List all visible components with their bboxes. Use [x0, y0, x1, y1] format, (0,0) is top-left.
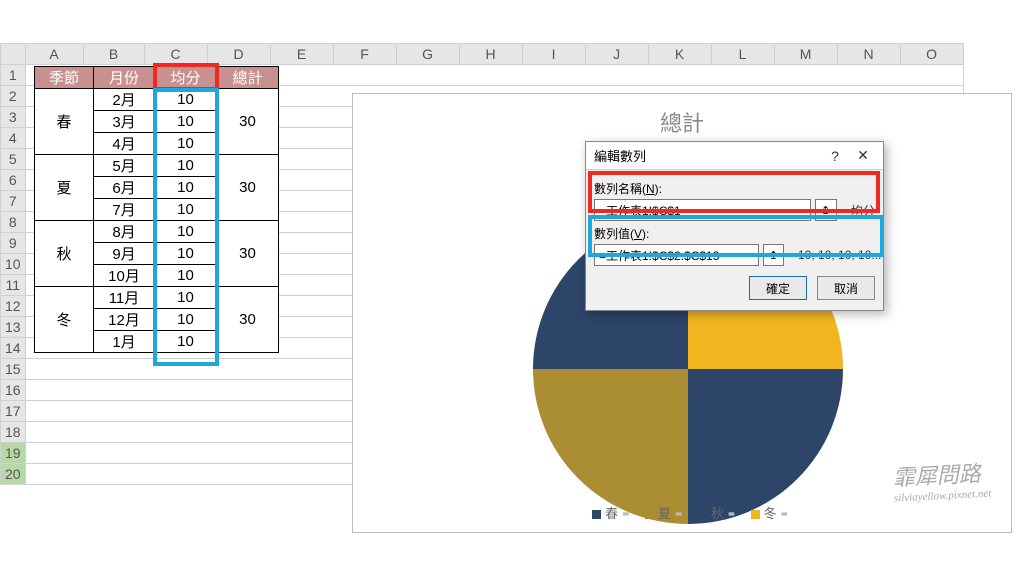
dialog-titlebar[interactable]: 編輯數列 ? ✕: [586, 142, 883, 170]
series-name-input[interactable]: [594, 199, 811, 221]
cell-total[interactable]: 30: [217, 287, 279, 353]
col-H[interactable]: H: [459, 44, 522, 65]
cell-month[interactable]: 9月: [94, 243, 155, 265]
col-N[interactable]: N: [837, 44, 900, 65]
series-name-preview: = 均分: [841, 202, 875, 219]
row-19[interactable]: 19: [1, 443, 26, 464]
help-icon[interactable]: ?: [821, 148, 849, 164]
cell-month[interactable]: 3月: [94, 111, 155, 133]
row-15[interactable]: 15: [1, 359, 26, 380]
collapse-dialog-icon[interactable]: ↥: [815, 199, 837, 221]
cell-avg[interactable]: 10: [155, 177, 217, 199]
cell-avg[interactable]: 10: [155, 331, 217, 353]
collapse-dialog-icon[interactable]: ↥: [763, 244, 784, 266]
cell-month[interactable]: 8月: [94, 221, 155, 243]
cell-month[interactable]: 11月: [94, 287, 155, 309]
cell-season[interactable]: 春: [35, 89, 94, 155]
row-4[interactable]: 4: [1, 128, 26, 149]
row-13[interactable]: 13: [1, 317, 26, 338]
cell-month[interactable]: 4月: [94, 133, 155, 155]
row-8[interactable]: 8: [1, 212, 26, 233]
legend-item: 冬: [764, 506, 777, 521]
row-7[interactable]: 7: [1, 191, 26, 212]
cell-total[interactable]: 30: [217, 155, 279, 221]
col-A[interactable]: A: [25, 44, 83, 65]
row-20[interactable]: 20: [1, 464, 26, 485]
row-11[interactable]: 11: [1, 275, 26, 296]
col-M[interactable]: M: [774, 44, 837, 65]
row-16[interactable]: 16: [1, 380, 26, 401]
data-table[interactable]: 季節 月份 均分 總計 春 2月 10 30 3月10 4月10 夏 5月 10…: [34, 66, 279, 353]
row-10[interactable]: 10: [1, 254, 26, 275]
cell-season[interactable]: 夏: [35, 155, 94, 221]
legend-item: 春: [605, 506, 618, 521]
cell-month[interactable]: 5月: [94, 155, 155, 177]
series-values-input[interactable]: [594, 244, 759, 266]
cancel-button[interactable]: 取消: [817, 276, 875, 300]
col-L[interactable]: L: [711, 44, 774, 65]
row-18[interactable]: 18: [1, 422, 26, 443]
cell-avg[interactable]: 10: [155, 309, 217, 331]
row-6[interactable]: 6: [1, 170, 26, 191]
row-9[interactable]: 9: [1, 233, 26, 254]
col-E[interactable]: E: [270, 44, 333, 65]
row-5[interactable]: 5: [1, 149, 26, 170]
hdr-month: 月份: [94, 67, 155, 89]
select-all-corner[interactable]: [1, 44, 26, 65]
cell-avg[interactable]: 10: [155, 243, 217, 265]
cell-avg[interactable]: 10: [155, 111, 217, 133]
col-G[interactable]: G: [396, 44, 459, 65]
hdr-season: 季節: [35, 67, 94, 89]
cell-avg[interactable]: 10: [155, 199, 217, 221]
row-12[interactable]: 12: [1, 296, 26, 317]
dialog-title: 編輯數列: [594, 146, 821, 165]
watermark: 霏犀問路 silviayellow.pixnet.net: [892, 455, 992, 504]
col-F[interactable]: F: [333, 44, 396, 65]
cell-season[interactable]: 秋: [35, 221, 94, 287]
col-B[interactable]: B: [83, 44, 144, 65]
cell-season[interactable]: 冬: [35, 287, 94, 353]
col-D[interactable]: D: [207, 44, 270, 65]
hdr-total: 總計: [217, 67, 279, 89]
series-values-label: 數列值(V):: [594, 225, 875, 242]
cell-avg[interactable]: 10: [155, 287, 217, 309]
cell-avg[interactable]: 10: [155, 155, 217, 177]
cell-month[interactable]: 6月: [94, 177, 155, 199]
cell-month[interactable]: 7月: [94, 199, 155, 221]
cell-avg[interactable]: 10: [155, 89, 217, 111]
row-3[interactable]: 3: [1, 107, 26, 128]
cell-total[interactable]: 30: [217, 221, 279, 287]
ok-button[interactable]: 確定: [749, 276, 807, 300]
close-icon[interactable]: ✕: [849, 147, 877, 164]
cell-month[interactable]: 12月: [94, 309, 155, 331]
series-name-label: 數列名稱(N):: [594, 180, 875, 197]
cell-avg[interactable]: 10: [155, 133, 217, 155]
cell-month[interactable]: 2月: [94, 89, 155, 111]
col-C[interactable]: C: [144, 44, 207, 65]
legend-item: 夏: [658, 506, 671, 521]
chart-title[interactable]: 總計: [353, 106, 1011, 138]
row-2[interactable]: 2: [1, 86, 26, 107]
hdr-avg: 均分: [155, 67, 217, 89]
cell-month[interactable]: 10月: [94, 265, 155, 287]
col-O[interactable]: O: [900, 44, 963, 65]
cell-month[interactable]: 1月: [94, 331, 155, 353]
edit-series-dialog: 編輯數列 ? ✕ 數列名稱(N): ↥ = 均分 數列值(V): ↥ = 10,…: [585, 141, 884, 311]
chart-legend[interactable]: 春▪▪ 夏▪▪ 秋▪▪ 冬▪▪: [353, 503, 1011, 522]
col-I[interactable]: I: [522, 44, 585, 65]
cell-avg[interactable]: 10: [155, 265, 217, 287]
row-17[interactable]: 17: [1, 401, 26, 422]
legend-item: 秋: [711, 506, 724, 521]
row-1[interactable]: 1: [1, 65, 26, 86]
col-K[interactable]: K: [648, 44, 711, 65]
series-values-preview: = 10, 10, 10, 10...: [788, 248, 875, 262]
col-J[interactable]: J: [585, 44, 648, 65]
cell-total[interactable]: 30: [217, 89, 279, 155]
cell-avg[interactable]: 10: [155, 221, 217, 243]
row-14[interactable]: 14: [1, 338, 26, 359]
